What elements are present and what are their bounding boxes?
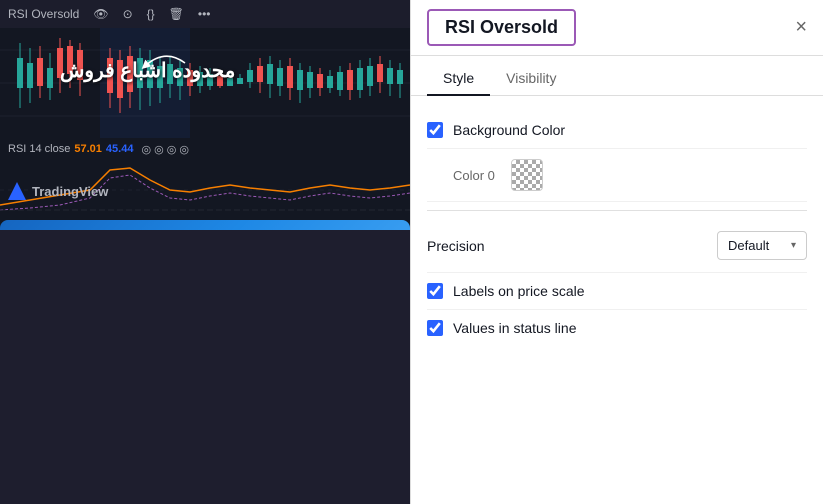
tradingview-watermark: TradingView [8,182,108,200]
rsi-label-row: RSI 14 close 57.01 45.44 ◎ ◎ ◎ ◎ [0,138,410,160]
indicator-bar: RSI Oversold 👁 ⊙ {} 🗑 ••• [0,0,410,28]
precision-select[interactable]: Default ▾ [717,231,807,260]
dialog-title: RSI Oversold [427,9,576,46]
divider [427,210,807,211]
target-icon[interactable]: ⊙ [119,5,137,23]
rsi-value1: 57.01 [74,143,102,155]
precision-value: Default [728,238,769,253]
delete-icon[interactable]: 🗑 [165,5,188,23]
rsi-dots: ◎ ◎ ◎ ◎ [141,143,189,156]
bg-color-row: Background Color [427,112,807,149]
dialog-body: Background Color Color 0 Precision Defau… [411,96,823,362]
settings-panel: RSI Oversold × Style Visibility Backgrou… [410,0,823,504]
dialog-tabs: Style Visibility [411,56,823,96]
precision-row: Precision Default ▾ [427,219,807,273]
labels-on-price-scale-label: Labels on price scale [453,283,807,299]
color0-swatch[interactable] [511,159,543,191]
dialog-header: RSI Oversold × [411,0,823,56]
indicator-bar-label: RSI Oversold [8,7,79,21]
tab-visibility[interactable]: Visibility [490,62,572,96]
rsi-label-text: RSI 14 close [8,143,70,155]
values-in-status-line-row: Values in status line [427,310,807,346]
blue-banner: فیلتر اندیکاتور rsi (اشباع فروش) [0,220,410,230]
chevron-down-icon: ▾ [791,240,796,251]
precision-label: Precision [427,238,717,254]
labels-on-price-scale-checkbox[interactable] [427,283,443,299]
rsi-value2: 45.44 [106,143,134,155]
eye-icon[interactable]: 👁 [89,5,112,23]
more-icon[interactable]: ••• [194,5,215,23]
close-button[interactable]: × [795,16,807,39]
bg-color-label: Background Color [453,122,807,138]
tv-logo-icon [8,182,26,200]
labels-on-price-scale-row: Labels on price scale [427,273,807,310]
tv-text-label: TradingView [32,184,108,199]
color0-label: Color 0 [453,168,495,183]
indicator-bar-icons: 👁 ⊙ {} 🗑 ••• [89,5,214,23]
tab-style[interactable]: Style [427,62,490,96]
braces-icon[interactable]: {} [143,5,159,23]
candlestick-chart [0,28,410,138]
chart-area: RSI Oversold 👁 ⊙ {} 🗑 ••• [0,0,410,230]
color0-row: Color 0 [427,149,807,202]
bg-color-checkbox[interactable] [427,122,443,138]
oversold-label: محدوده اشباع فروش [60,58,235,83]
values-in-status-line-checkbox[interactable] [427,320,443,336]
values-in-status-line-label: Values in status line [453,320,807,336]
